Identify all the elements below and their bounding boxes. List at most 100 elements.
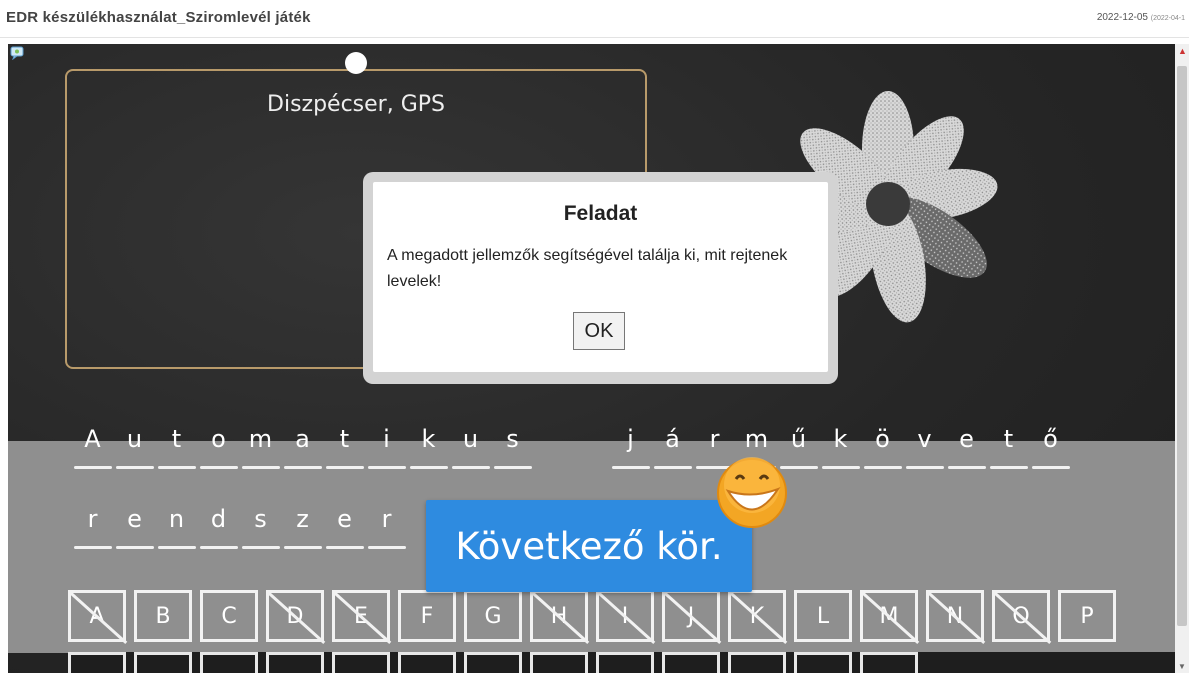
word-row-3: rendszer (74, 505, 410, 551)
letter-key-p[interactable]: P (1058, 590, 1116, 642)
slot-underline (74, 466, 112, 469)
letter-key-l[interactable]: L (794, 590, 852, 642)
letter-key-b[interactable]: B (134, 590, 192, 642)
smiley-face-icon (717, 457, 787, 528)
revealed-letter: ö (875, 425, 891, 453)
letter-key-j[interactable]: J (662, 590, 720, 642)
clue-text: Diszpécser, GPS (267, 92, 445, 117)
letter-key[interactable] (662, 652, 720, 673)
letter-keyboard-row-2 (68, 652, 1175, 673)
page-date: 2022-12-05 (2022-04-1 (1097, 12, 1185, 23)
ok-button[interactable]: OK (573, 312, 625, 350)
revealed-letter: j (627, 425, 635, 453)
letter-slot: ö (864, 425, 902, 471)
slot-underline (948, 466, 986, 469)
letter-key[interactable] (728, 652, 786, 673)
slot-underline (368, 466, 406, 469)
letter-slot: k (410, 425, 448, 471)
date-sub: (2022-04-1 (1150, 15, 1185, 22)
revealed-letter: e (959, 425, 975, 453)
page-title: EDR készülékhasználat_Sziromlevél játék (6, 9, 311, 26)
revealed-letter: s (506, 425, 520, 453)
word-row-2: j árműkövető (612, 425, 1074, 471)
letter-key[interactable] (266, 652, 324, 673)
letter-key[interactable] (860, 652, 918, 673)
letter-key-c[interactable]: C (200, 590, 258, 642)
revealed-letter: d (210, 505, 228, 533)
date-main: 2022-12-05 (1096, 12, 1148, 23)
letter-key-d[interactable]: D (266, 590, 324, 642)
slot-underline (326, 546, 364, 549)
letter-slot: A (74, 425, 112, 471)
letter-key[interactable] (134, 652, 192, 673)
letter-key-m[interactable]: M (860, 590, 918, 642)
letter-key-a[interactable]: A (68, 590, 126, 642)
help-bubble-icon[interactable] (10, 46, 24, 60)
letter-slot: t (990, 425, 1028, 471)
slot-underline (200, 466, 238, 469)
letter-key-n[interactable]: N (926, 590, 984, 642)
revealed-letter: u (126, 425, 144, 453)
letter-key-o[interactable]: O (992, 590, 1050, 642)
letter-slot: m (242, 425, 280, 471)
slot-underline (326, 466, 364, 469)
letter-key-i[interactable]: I (596, 590, 654, 642)
letter-key[interactable] (596, 652, 654, 673)
slot-underline (74, 546, 112, 549)
letter-key-e[interactable]: E (332, 590, 390, 642)
letter-keyboard: ABCDEFGHIJKLMNOP (68, 590, 1124, 642)
letter-slot: e (116, 505, 154, 551)
slot-underline (612, 466, 650, 469)
revealed-letter: m (744, 425, 770, 453)
revealed-letter: t (171, 425, 183, 453)
slot-underline (158, 466, 196, 469)
revealed-letter: ő (1043, 425, 1059, 453)
task-dialog: Feladat A megadott jellemzők segítségéve… (363, 172, 838, 384)
revealed-letter: m (248, 425, 274, 453)
revealed-letter: A (84, 425, 102, 453)
slot-underline (990, 466, 1028, 469)
letter-key[interactable] (794, 652, 852, 673)
letter-key[interactable] (332, 652, 390, 673)
letter-key-f[interactable]: F (398, 590, 456, 642)
slot-underline (864, 466, 902, 469)
letter-slot: s (242, 505, 280, 551)
slot-underline (494, 466, 532, 469)
dialog-title: Feladat (563, 202, 638, 225)
letter-slot: n (158, 505, 196, 551)
vertical-scrollbar[interactable]: ▲ ▼ (1175, 44, 1189, 673)
letter-key[interactable] (398, 652, 456, 673)
letter-slot: e (326, 505, 364, 551)
slot-underline (410, 466, 448, 469)
letter-key[interactable] (68, 652, 126, 673)
revealed-letter: u (462, 425, 480, 453)
scroll-thumb[interactable] (1177, 66, 1187, 626)
scroll-down-icon[interactable]: ▼ (1178, 662, 1186, 671)
letter-slot: i (368, 425, 406, 471)
letter-key-g[interactable]: G (464, 590, 522, 642)
revealed-letter: ű (790, 425, 808, 453)
revealed-letter: r (381, 505, 393, 533)
letter-slot: o (200, 425, 238, 471)
slot-underline (654, 466, 692, 469)
dialog-message: A megadott jellemzők segítségével találj… (387, 247, 788, 290)
revealed-letter: n (168, 505, 186, 533)
game-frame: Diszpécser, GPS Automatikus j á r m ű k … (8, 44, 1175, 673)
slot-underline (906, 466, 944, 469)
letter-slot: s (494, 425, 532, 471)
letter-key-k[interactable]: K (728, 590, 786, 642)
letter-key[interactable] (530, 652, 588, 673)
letter-key-h[interactable]: H (530, 590, 588, 642)
letter-key[interactable] (464, 652, 522, 673)
revealed-letter: a (295, 425, 311, 453)
letter-slot: j (612, 425, 650, 471)
scroll-up-icon[interactable]: ▲ (1178, 46, 1187, 56)
letter-slot: a (284, 425, 322, 471)
revealed-letter: i (383, 425, 391, 453)
slot-underline (200, 546, 238, 549)
next-round-button[interactable]: Következő kör. (426, 500, 752, 592)
letter-slot: r (368, 505, 406, 551)
revealed-letter: v (917, 425, 933, 453)
letter-key[interactable] (200, 652, 258, 673)
slot-underline (116, 546, 154, 549)
